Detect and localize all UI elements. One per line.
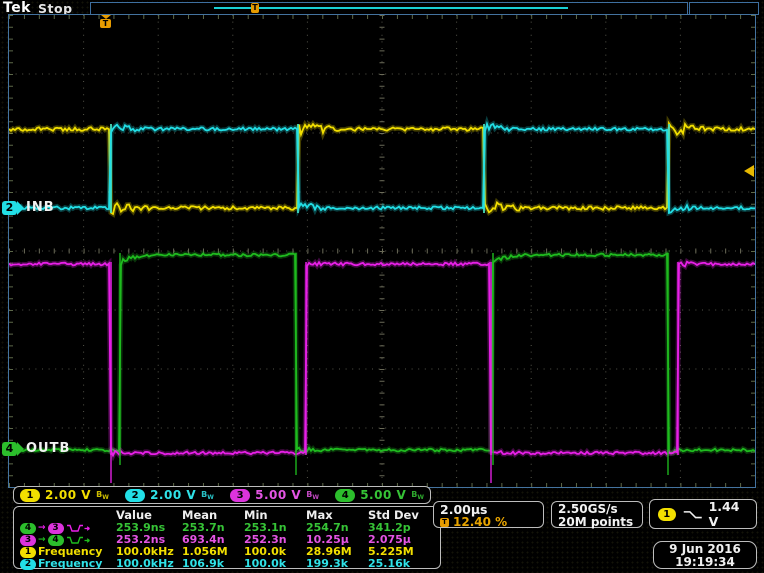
bandwidth-limit-icon: BW	[201, 490, 214, 501]
record-length: 20M points	[558, 516, 636, 529]
trigger-t-icon: T	[440, 518, 449, 527]
trigger-level-arrow-icon	[744, 165, 754, 177]
measurement-name: Frequency	[38, 558, 102, 570]
channel-2-position-marker: 2 INB	[2, 200, 55, 215]
measurement-value: 25.16k	[368, 558, 434, 570]
channel-3-readout: 3 5.00 V BW	[230, 488, 319, 502]
datetime-box: 9 Jun 2016 19:19:34	[653, 541, 757, 569]
trigger-position-readout: T 12.40 %	[440, 516, 537, 528]
delay-measure-icon	[66, 535, 92, 546]
acquisition-box: 2.50GS/s 20M points	[551, 501, 643, 528]
measurement-table: Value Mean Min Max Std Dev 4→3253.9ns253…	[13, 506, 441, 569]
record-window-indicator	[214, 7, 568, 9]
trigger-level: 1.44 V	[709, 499, 748, 529]
bandwidth-limit-icon: BW	[411, 490, 424, 501]
channel-4-position-marker: 4 OUTB	[2, 441, 70, 456]
channel-scale: 2.00 V	[150, 488, 196, 502]
channel-4-badge: 4	[2, 442, 17, 456]
bandwidth-limit-icon: BW	[306, 490, 319, 501]
channel-badge: 3	[48, 523, 64, 534]
channel-4-label: OUTB	[26, 441, 70, 456]
channel-badge: 1	[20, 489, 40, 502]
channel-scale: 2.00 V	[45, 488, 91, 502]
waveform-svg	[9, 15, 755, 487]
channel-badge: 4	[48, 535, 64, 546]
time-label: 19:19:34	[660, 556, 750, 569]
channel-badge: 2	[20, 559, 36, 570]
record-trigger-icon: T	[251, 3, 259, 13]
measurement-value: 100.0k	[244, 558, 306, 570]
horizontal-box: 2.00µs T 12.40 %	[433, 501, 544, 528]
measurement-value: 100.0kHz	[116, 558, 182, 570]
channel-1-readout: 1 2.00 V BW	[20, 488, 109, 502]
channel-2-marker-arrow-icon	[17, 201, 24, 215]
trigger-position-percent: 12.40 %	[453, 516, 507, 528]
graticule	[8, 14, 756, 488]
trigger-source-badge: 1	[658, 508, 676, 521]
channel-2-badge: 2	[2, 201, 17, 215]
channel-scale: 5.00 V	[360, 488, 406, 502]
channel-badge: 4	[20, 523, 36, 534]
channel-2-readout: 2 2.00 V BW	[125, 488, 214, 502]
channel-badge: 3	[20, 535, 36, 546]
falling-edge-icon	[682, 508, 703, 521]
channel-scale: 5.00 V	[255, 488, 301, 502]
trigger-position-marker-icon: T	[99, 15, 112, 28]
arrow-icon: →	[38, 535, 46, 546]
scope-screen: Tek Stop T T 2 INB 4 OUTB 12.00 VBW22.00…	[0, 0, 764, 573]
channel-4-marker-arrow-icon	[17, 442, 24, 456]
measurement-value: 106.9k	[182, 558, 244, 570]
trigger-box: 1 1.44 V	[649, 499, 757, 529]
channel-badge: 3	[230, 489, 250, 502]
measurement-header-spacer	[20, 509, 116, 522]
channel-badge: 2	[125, 489, 145, 502]
channel-2-label: INB	[26, 200, 55, 215]
channel-badge: 1	[20, 547, 36, 558]
delay-measure-icon	[66, 523, 92, 534]
measurement-label: 4→3	[20, 522, 116, 534]
measurement-row: 2Frequency100.0kHz106.9k100.0k199.3k25.1…	[20, 558, 440, 570]
channel-badge: 4	[335, 489, 355, 502]
bandwidth-limit-icon: BW	[96, 490, 109, 501]
arrow-icon: →	[38, 523, 46, 534]
channel-readout-bar: 1 2.00 V BW 2 2.00 V BW 3 5.00 V BW 4 5.00 V BW	[13, 486, 431, 504]
measurement-rows: 4→3253.9ns253.7n253.1n254.7n341.2p3→4253…	[20, 522, 440, 570]
measurement-value: 199.3k	[306, 558, 368, 570]
trigger-t-badge: T	[100, 19, 111, 28]
measurement-label: 2Frequency	[20, 558, 116, 570]
channel-4-readout: 4 5.00 V BW	[335, 488, 424, 502]
